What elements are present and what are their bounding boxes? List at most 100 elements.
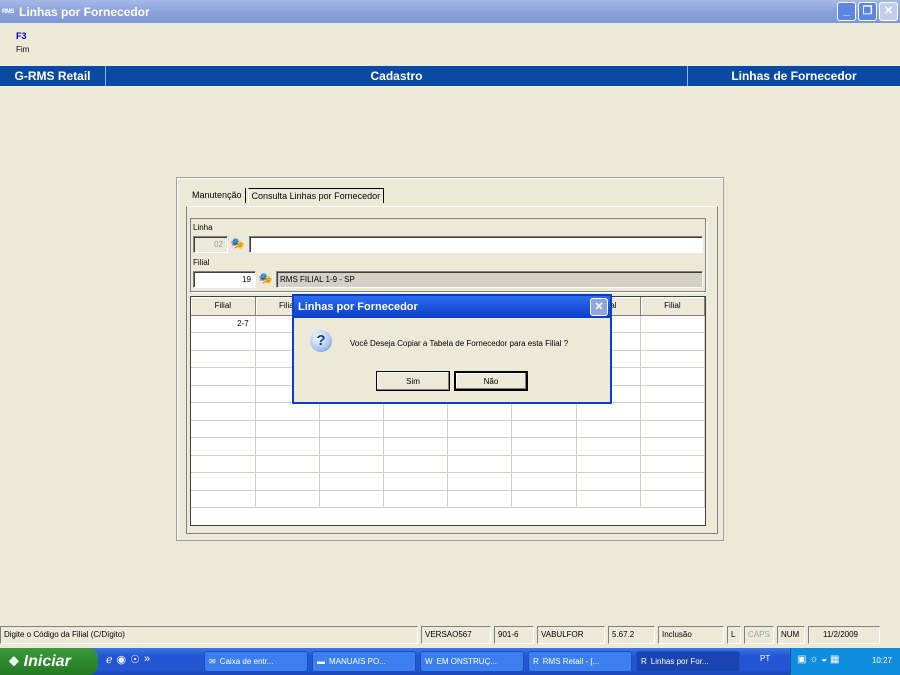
tab-consulta[interactable]: Consulta Linhas por Fornecedor bbox=[247, 188, 385, 203]
clock[interactable]: 10:27 bbox=[872, 656, 892, 665]
table-row[interactable] bbox=[191, 472, 706, 491]
grid-cell[interactable] bbox=[383, 472, 449, 491]
grid-cell[interactable] bbox=[447, 402, 513, 421]
grid-cell[interactable] bbox=[191, 367, 256, 386]
app-icon: RMS bbox=[2, 8, 14, 15]
grid-cell[interactable] bbox=[383, 437, 449, 456]
table-row[interactable] bbox=[191, 490, 706, 508]
dialog-titlebar[interactable]: Linhas por Fornecedor ✕ bbox=[294, 296, 610, 318]
linha-code-input[interactable]: 02 bbox=[193, 236, 228, 253]
media-icon[interactable]: ☉ bbox=[130, 653, 140, 666]
table-row[interactable] bbox=[191, 420, 706, 438]
linha-search-binoculars-icon[interactable]: 🎭 bbox=[229, 236, 246, 253]
tab-manutencao[interactable]: Manutenção bbox=[189, 188, 246, 203]
grid-cell[interactable] bbox=[511, 437, 577, 456]
grid-cell[interactable] bbox=[511, 420, 577, 438]
grid-cell[interactable] bbox=[319, 437, 385, 456]
grid-cell[interactable] bbox=[255, 437, 320, 456]
tray-icons[interactable]: ▣ ☼ ◒ ▦ bbox=[797, 654, 839, 665]
task-outlook[interactable]: ✉ Caixa de entr... bbox=[204, 651, 308, 672]
grid-cell[interactable] bbox=[576, 490, 641, 508]
grid-cell[interactable] bbox=[383, 402, 449, 421]
grid-cell[interactable] bbox=[640, 385, 706, 403]
ie-icon[interactable]: ℯ bbox=[106, 653, 113, 666]
table-row[interactable] bbox=[191, 455, 706, 473]
outlook-icon: ✉ bbox=[209, 657, 216, 666]
grid-col-header[interactable]: Filial bbox=[640, 297, 706, 316]
dialog-title: Linhas por Fornecedor bbox=[298, 301, 418, 313]
grid-cell[interactable] bbox=[191, 437, 256, 456]
grid-cell[interactable] bbox=[576, 455, 641, 473]
grid-cell[interactable] bbox=[383, 455, 449, 473]
grid-cell[interactable] bbox=[640, 437, 706, 456]
grid-cell[interactable] bbox=[319, 472, 385, 491]
task-rms-retail[interactable]: R RMS Retail - [... bbox=[528, 651, 632, 672]
grid-cell[interactable] bbox=[447, 455, 513, 473]
grid-cell[interactable] bbox=[511, 472, 577, 491]
grid-cell[interactable] bbox=[383, 490, 449, 508]
restore-button[interactable]: ❐ bbox=[858, 2, 877, 21]
status-build: 5.67.2 bbox=[608, 626, 655, 644]
grid-cell[interactable] bbox=[640, 472, 706, 491]
grid-cell[interactable] bbox=[191, 490, 256, 508]
grid-cell[interactable] bbox=[191, 455, 256, 473]
shortcut-f3[interactable]: F3 Fim bbox=[16, 31, 29, 54]
grid-cell[interactable] bbox=[447, 490, 513, 508]
grid-cell[interactable] bbox=[191, 402, 256, 421]
linha-description-field bbox=[249, 236, 703, 253]
grid-cell[interactable] bbox=[319, 490, 385, 508]
close-button[interactable]: ✕ bbox=[879, 2, 898, 21]
grid-col-header[interactable]: Filial bbox=[191, 297, 256, 316]
grid-cell[interactable] bbox=[576, 437, 641, 456]
grid-cell[interactable] bbox=[511, 490, 577, 508]
grid-cell[interactable] bbox=[255, 420, 320, 438]
grid-cell[interactable] bbox=[640, 402, 706, 421]
minimize-button[interactable]: _ bbox=[837, 2, 856, 21]
grid-cell[interactable] bbox=[640, 315, 706, 333]
grid-cell[interactable] bbox=[191, 332, 256, 351]
grid-cell[interactable] bbox=[447, 472, 513, 491]
no-button[interactable]: Não bbox=[454, 371, 528, 391]
grid-cell[interactable] bbox=[576, 402, 641, 421]
grid-cell[interactable] bbox=[319, 420, 385, 438]
grid-cell[interactable] bbox=[191, 385, 256, 403]
quicklaunch-more-icon[interactable]: » bbox=[144, 653, 150, 666]
grid-cell[interactable] bbox=[511, 455, 577, 473]
language-indicator[interactable]: PT bbox=[760, 654, 770, 663]
grid-cell[interactable] bbox=[511, 402, 577, 421]
grid-cell[interactable] bbox=[640, 332, 706, 351]
grid-cell[interactable] bbox=[191, 420, 256, 438]
grid-cell[interactable] bbox=[255, 455, 320, 473]
band-module: Cadastro bbox=[106, 66, 688, 86]
grid-cell[interactable]: 2-7 bbox=[191, 315, 256, 333]
filial-code-input[interactable]: 19 bbox=[193, 271, 256, 288]
table-row[interactable] bbox=[191, 437, 706, 456]
start-button[interactable]: ❖ Iniciar bbox=[0, 648, 98, 675]
grid-cell[interactable] bbox=[640, 350, 706, 368]
yes-button[interactable]: Sim bbox=[376, 371, 450, 391]
grid-cell[interactable] bbox=[447, 437, 513, 456]
grid-cell[interactable] bbox=[319, 455, 385, 473]
task-word[interactable]: W EM ONSTRUÇ... bbox=[420, 651, 524, 672]
grid-cell[interactable] bbox=[640, 367, 706, 386]
grid-cell[interactable] bbox=[319, 402, 385, 421]
filial-search-binoculars-icon[interactable]: 🎭 bbox=[257, 271, 274, 288]
grid-cell[interactable] bbox=[576, 420, 641, 438]
grid-cell[interactable] bbox=[640, 455, 706, 473]
grid-cell[interactable] bbox=[255, 402, 320, 421]
window-titlebar[interactable]: RMS Linhas por Fornecedor _ ❐ ✕ bbox=[0, 0, 900, 23]
grid-cell[interactable] bbox=[640, 490, 706, 508]
grid-cell[interactable] bbox=[383, 420, 449, 438]
grid-cell[interactable] bbox=[191, 350, 256, 368]
table-row[interactable] bbox=[191, 402, 706, 421]
grid-cell[interactable] bbox=[447, 420, 513, 438]
grid-cell[interactable] bbox=[255, 472, 320, 491]
grid-cell[interactable] bbox=[191, 472, 256, 491]
grid-cell[interactable] bbox=[640, 420, 706, 438]
task-folder[interactable]: ▬ MANUAIS PO... bbox=[312, 651, 416, 672]
grid-cell[interactable] bbox=[255, 490, 320, 508]
task-linhas-fornecedor[interactable]: R Linhas por For... bbox=[636, 651, 740, 672]
explorer-icon[interactable]: ◉ bbox=[117, 653, 127, 666]
dialog-close-icon[interactable]: ✕ bbox=[590, 298, 608, 316]
grid-cell[interactable] bbox=[576, 472, 641, 491]
